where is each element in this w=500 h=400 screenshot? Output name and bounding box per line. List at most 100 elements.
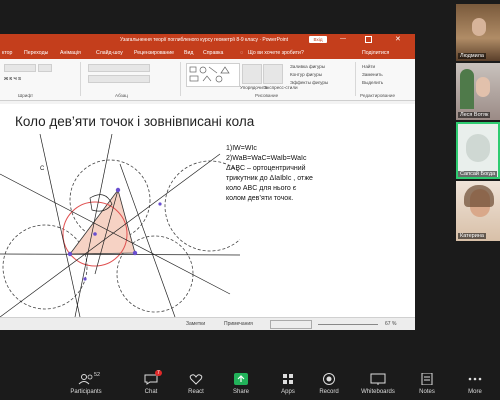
slide-line-5: коло ABC для нього є [226,185,297,192]
tab-review[interactable]: Рецензирование [134,50,174,56]
whiteboard-icon [370,373,386,385]
tab-slideshow[interactable]: Слайд-шоу [96,50,123,56]
drawing-group-label: Рисование [255,93,279,98]
view-buttons[interactable] [270,320,312,329]
replace-item[interactable]: Заменить [362,72,383,77]
tab-view[interactable]: Вид [184,50,193,56]
select-item[interactable]: Выделить [362,80,383,85]
font-name-box[interactable] [4,64,36,72]
divider [80,62,81,96]
participants-count: 52 [94,372,101,378]
slide: Коло дев’яти точок і зовнівписані кола C… [0,104,415,317]
more-button[interactable]: More [455,372,495,398]
plant-decor [460,69,474,109]
shared-screen-powerpoint: Узагальнення теорії поглибленого курсу г… [0,34,415,330]
ppt-status-bar: Заметки Примечания 67 % [0,317,415,330]
participant-avatar [466,134,490,162]
react-button[interactable]: React [176,372,216,398]
meeting-toolbar: 52 Participants 7 Chat React Share Apps … [0,368,500,400]
editing-group-label: Редактирование [360,93,395,98]
lightbulb-icon: ◌ [240,50,244,56]
participants-icon [78,374,93,385]
zoom-slider[interactable] [318,324,378,325]
align-buttons[interactable] [88,75,150,83]
slide-line-6: колом дев’яти точок. [226,195,294,202]
ribbon-tabs: ктор Переходы Анімація Слайд-шоу Рецензи… [0,46,415,59]
participant-tile-4[interactable]: Катерина [456,181,500,241]
ribbon: Ж К Ч S Шрифт Абзац Упорядочить Экспресс… [0,59,415,101]
styles-label: Экспресс-стили [264,85,298,90]
react-label: React [188,389,204,395]
point-label-c: C [40,166,45,172]
apps-button[interactable]: Apps [268,372,308,398]
participants-button[interactable]: 52 Participants [66,372,106,398]
apps-icon [283,374,293,384]
notes-label: Notes [419,389,435,395]
close-icon[interactable]: ✕ [395,35,401,43]
ppt-title-bar: Узагальнення теорії поглибленого курсу г… [0,34,415,46]
maximize-icon[interactable] [365,36,372,43]
notes-icon [421,373,433,385]
search-hint[interactable]: Що ви хочете зробити? [248,50,304,56]
more-icon [468,377,482,381]
participant-name: Катерина [458,233,486,239]
styles-button[interactable] [263,64,283,84]
divider [355,62,356,96]
slide-line-2: 2)WaB=WaC=WaIb=WaIc [226,155,307,162]
record-label: Record [319,389,339,395]
tab-design[interactable]: ктор [2,50,12,56]
bold-icon[interactable]: Ж К Ч S [4,76,21,81]
notes-button[interactable]: Notes [407,372,447,398]
fill-item[interactable]: Заливка фигуры [290,64,325,69]
whiteboards-button[interactable]: Whiteboards [358,372,398,398]
find-item[interactable]: Найти [362,64,375,69]
zoom-level: 67 % [385,321,397,327]
share-icon [234,373,248,385]
share-screen-button[interactable]: Share [221,372,261,398]
participant-tile-2[interactable]: Леся Вотяк [456,63,500,120]
chat-button[interactable]: 7 Chat [131,370,171,398]
ppt-window-title: Узагальнення теорії поглибленого курсу г… [120,37,289,43]
notes-button[interactable]: Заметки [186,321,205,327]
comments-button[interactable]: Примечания [224,321,253,327]
participant-hair [464,185,494,207]
shapes-icon [189,66,230,83]
more-label: More [468,389,482,395]
shapes-gallery[interactable] [186,63,240,87]
participant-name: Людмила [458,53,486,59]
participant-avatar [476,77,490,97]
chat-label: Chat [144,389,158,395]
slide-line-4: трикутник до ΔIaIbIc , отже [226,175,313,182]
paragraph-group-label: Абзац [115,93,128,98]
record-icon [323,373,335,385]
tab-help[interactable]: Справка [203,50,223,56]
whiteboards-label: Whiteboards [361,389,395,395]
slide-title: Коло дев’яти точок і зовнівписані кола [15,114,255,129]
list-buttons[interactable] [88,64,150,72]
font-size-box[interactable] [38,64,52,72]
arrange-button[interactable] [242,64,262,84]
outline-item[interactable]: Контур фигуры [290,72,322,77]
record-button[interactable]: Record [309,372,349,398]
geometry-figure: C [0,134,240,317]
slide-text-box: 1)IW=WIc 2)WaB=WaC=WaIb=WaIc ΔABC – орто… [226,144,326,204]
participants-label: Participants [70,389,102,395]
share-label: Share [232,389,249,395]
participant-name: Сапсай Богда [458,171,498,177]
slide-line-1: 1)IW=WIc [226,145,257,152]
tab-animation[interactable]: Анімація [60,50,81,56]
participant-name: Леся Вотяк [458,112,491,118]
divider [180,62,181,96]
chat-badge: 7 [155,370,162,376]
share-button[interactable]: Поділитися [362,50,389,56]
effects-item[interactable]: Эффекты фигуры [290,80,328,85]
heart-icon [189,374,203,385]
font-group-label: Шрифт [18,93,34,98]
participant-tile-3-active[interactable]: Сапсай Богда [456,122,500,179]
slide-line-3: ΔABC – ортоцентричний [226,165,306,172]
tab-transitions[interactable]: Переходы [24,50,48,56]
participant-avatar [472,18,486,36]
signin-button[interactable]: Вхід [309,36,327,43]
minimize-icon[interactable]: — [340,36,346,42]
participant-tile-1[interactable]: Людмила [456,4,500,61]
